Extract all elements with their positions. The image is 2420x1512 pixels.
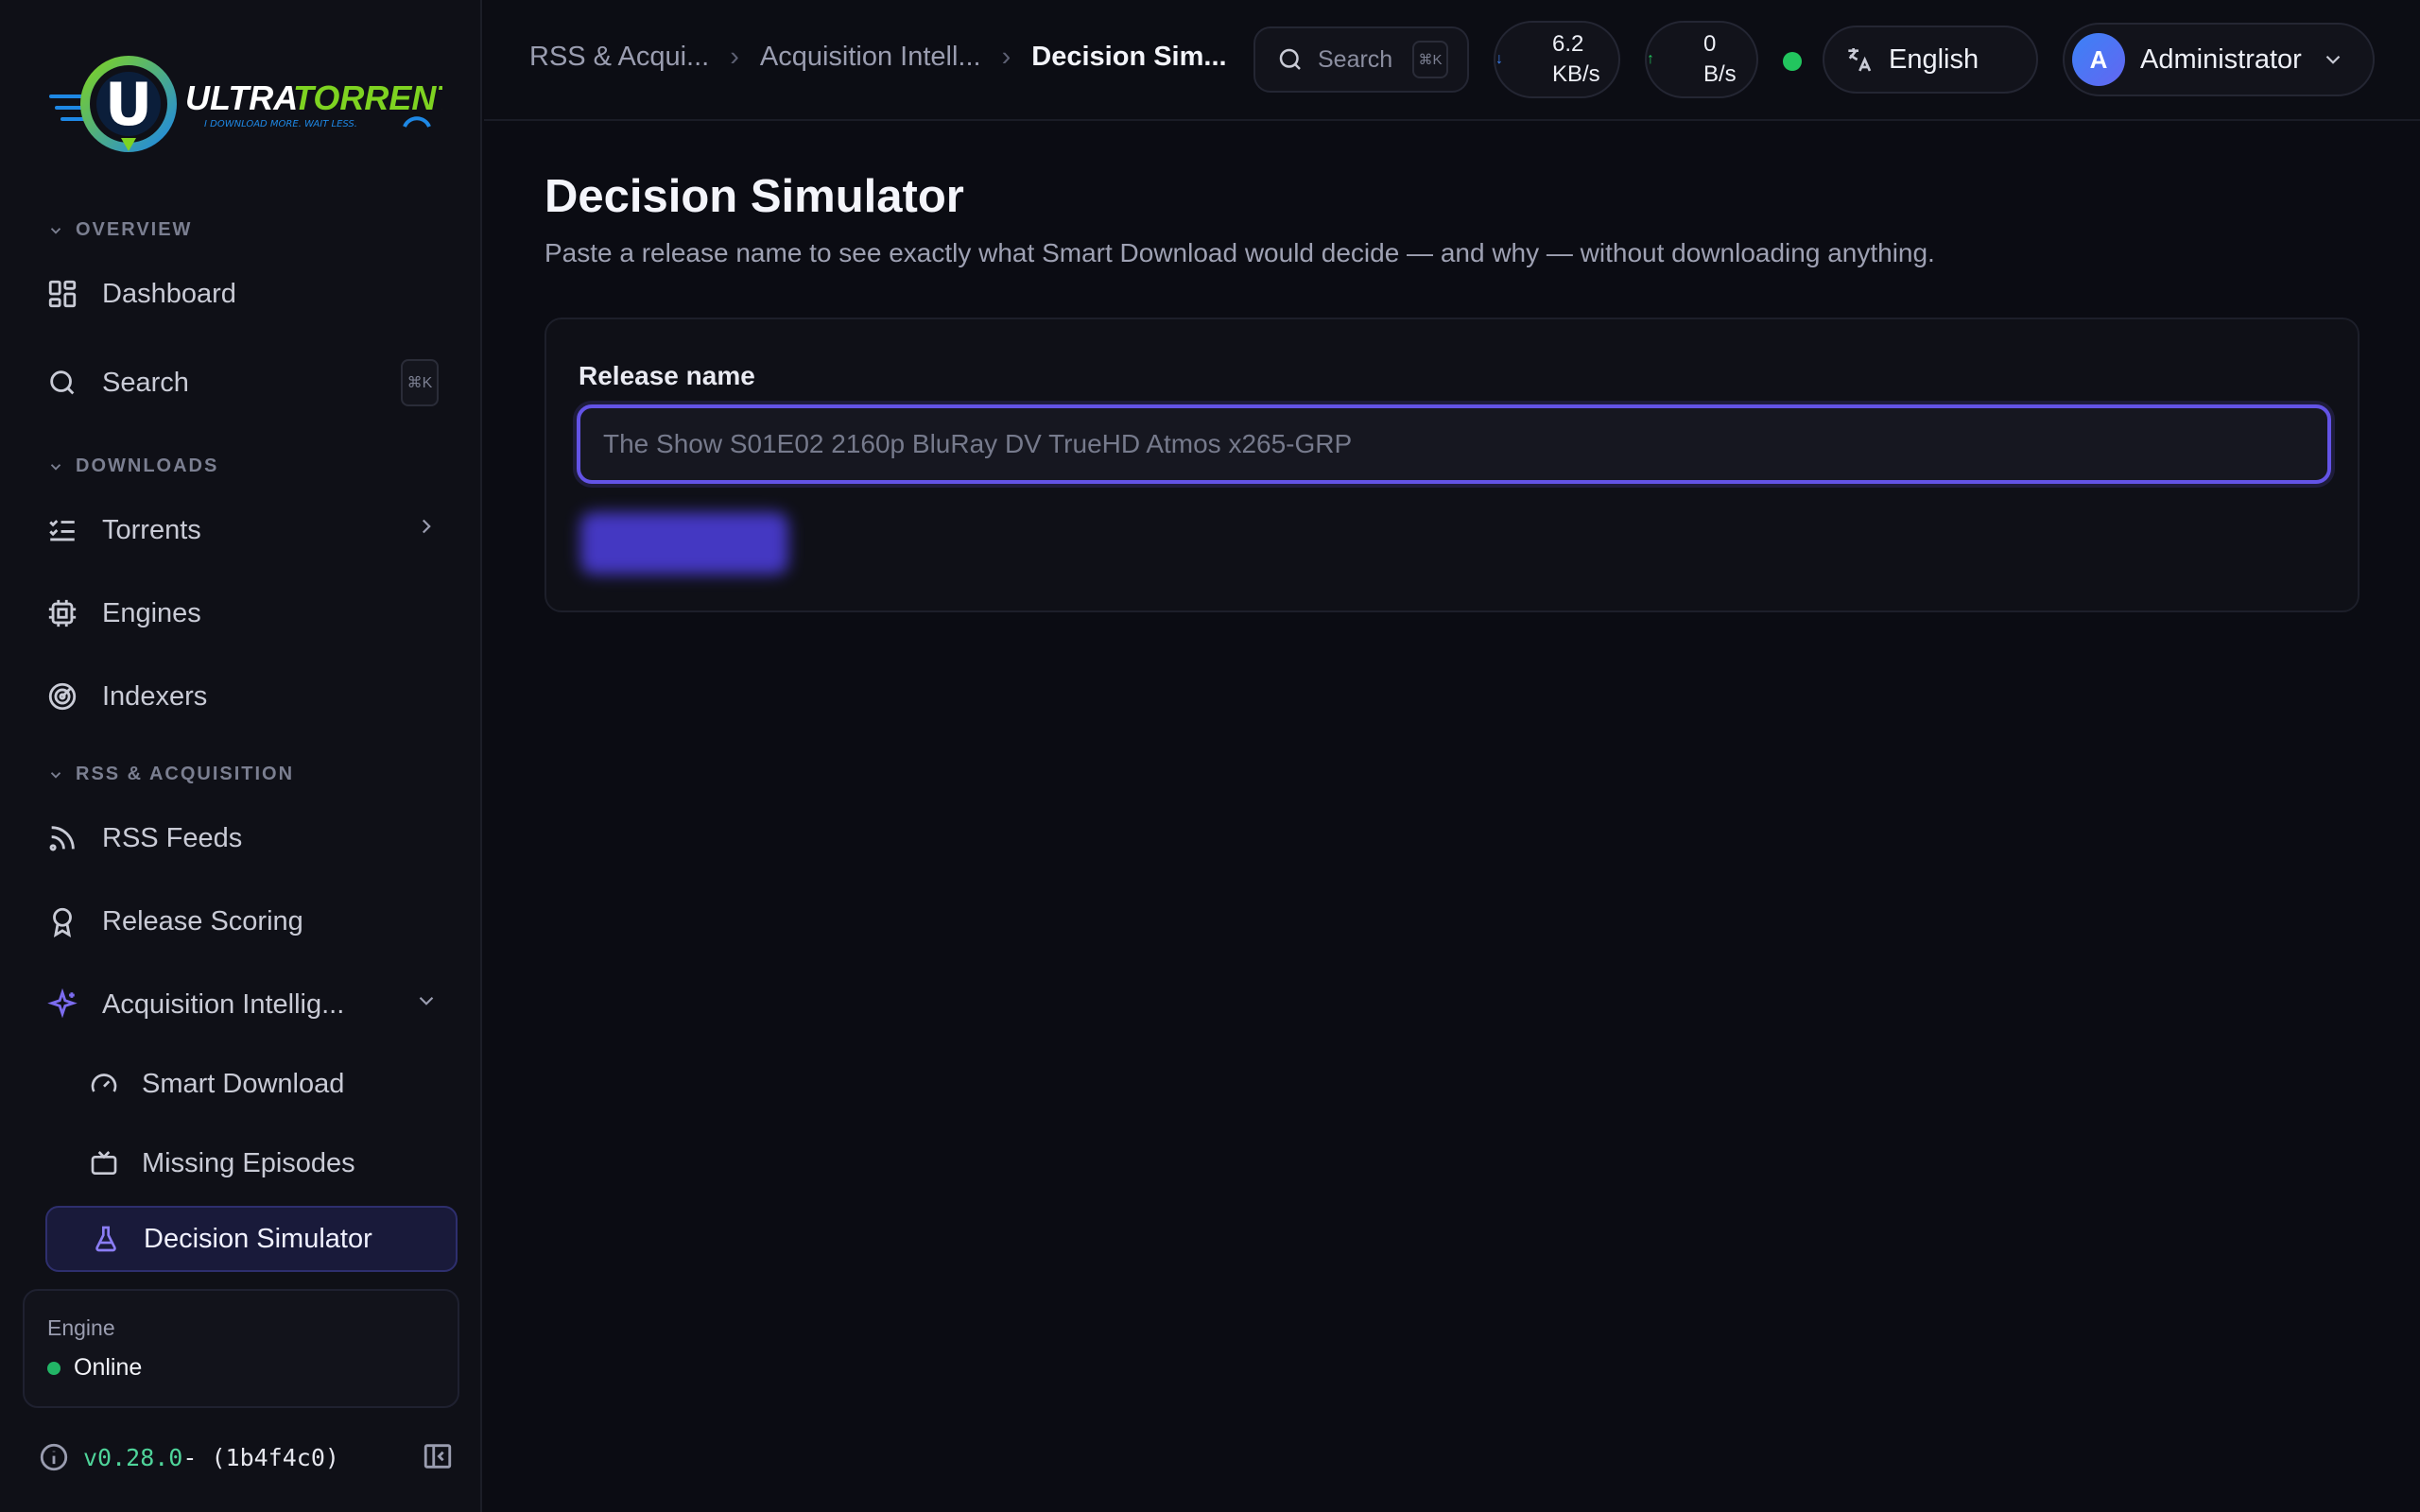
section-downloads[interactable]: DOWNLOADS bbox=[47, 455, 218, 477]
sidebar-item-label: Missing Episodes bbox=[142, 1147, 355, 1178]
sidebar-item-label: Acquisition Intellig... bbox=[102, 988, 345, 1020]
chevron-right-icon bbox=[414, 514, 439, 546]
breadcrumb-acquisition-intelligence[interactable]: Acquisition Intell... bbox=[760, 42, 981, 73]
global-search-button[interactable]: Search ⌘K bbox=[1253, 26, 1469, 93]
status-dot bbox=[47, 1361, 60, 1375]
award-icon bbox=[45, 904, 79, 938]
sidebar-item-missing-episodes[interactable]: Missing Episodes bbox=[45, 1130, 458, 1196]
engine-status-card: Engine Online bbox=[23, 1289, 459, 1408]
sidebar-item-indexers[interactable]: Indexers bbox=[45, 663, 458, 730]
chevron-down-icon bbox=[50, 771, 61, 779]
sidebar-item-smart-download[interactable]: Smart Download bbox=[45, 1051, 458, 1117]
svg-text:TORRENT: TORRENT bbox=[293, 78, 442, 117]
breadcrumb: RSS & Acqui... › Acquisition Intell... ›… bbox=[529, 42, 1227, 73]
user-menu[interactable]: A Administrator bbox=[2063, 23, 2375, 96]
chevron-right-icon: › bbox=[1001, 42, 1011, 72]
language-selector[interactable]: English bbox=[1823, 26, 2038, 94]
gauge-icon bbox=[91, 1074, 117, 1092]
sidebar-item-engines[interactable]: Engines bbox=[45, 580, 458, 646]
download-rate-badge: ↓ 6.2 KB/s bbox=[1494, 21, 1620, 98]
upload-rate-unit: B/s bbox=[1703, 61, 1737, 87]
search-icon bbox=[45, 366, 79, 400]
sidebar-item-label: RSS Feeds bbox=[102, 822, 243, 853]
sparkles-icon bbox=[45, 988, 79, 1022]
sidebar-item-rss-feeds[interactable]: RSS Feeds bbox=[45, 805, 458, 871]
svg-text:ULTRA: ULTRA bbox=[185, 78, 298, 117]
chevron-right-icon: › bbox=[730, 42, 739, 72]
sidebar-item-label: Dashboard bbox=[102, 278, 236, 309]
chevron-down-icon bbox=[50, 227, 61, 234]
section-label-text: OVERVIEW bbox=[76, 219, 193, 240]
translate-icon bbox=[1848, 48, 1872, 72]
version-info: v0.28.0 - (1b4f4c0) bbox=[38, 1438, 454, 1476]
avatar: A bbox=[2072, 33, 2125, 86]
language-label: English bbox=[1889, 43, 1979, 75]
info-icon[interactable] bbox=[38, 1441, 70, 1473]
shortcut-badge: ⌘K bbox=[1412, 41, 1448, 78]
svg-text:U: U bbox=[105, 70, 152, 139]
rss-icon bbox=[45, 821, 79, 855]
chevron-down-icon bbox=[414, 988, 439, 1021]
simulate-button[interactable] bbox=[580, 512, 788, 575]
sidebar-item-search[interactable]: Search ⌘K bbox=[45, 350, 458, 416]
chevron-down-icon bbox=[2325, 55, 2341, 64]
arrow-up-icon: ↑ bbox=[1647, 51, 1654, 67]
list-check-icon bbox=[45, 513, 79, 547]
ultratorrent-logo[interactable]: U ULTRA TORRENT I DOWNLOAD MORE. WAIT LE… bbox=[45, 49, 459, 159]
flask-icon bbox=[95, 1226, 116, 1252]
sidebar-item-label: Release Scoring bbox=[102, 905, 303, 936]
top-header: RSS & Acqui... › Acquisition Intell... ›… bbox=[484, 0, 2420, 121]
section-label-text: DOWNLOADS bbox=[76, 455, 219, 476]
download-rate-unit: KB/s bbox=[1552, 61, 1600, 87]
sidebar-item-label: Indexers bbox=[102, 680, 208, 712]
page-title: Decision Simulator bbox=[544, 171, 964, 222]
version-hash: - (1b4f4c0) bbox=[182, 1443, 339, 1471]
page-subtitle: Paste a release name to see exactly what… bbox=[544, 238, 1935, 267]
release-name-label: Release name bbox=[579, 361, 755, 390]
shortcut-badge: ⌘K bbox=[401, 359, 439, 406]
sidebar-item-decision-simulator[interactable]: Decision Simulator bbox=[45, 1206, 458, 1272]
engine-label: Engine bbox=[47, 1315, 115, 1340]
search-label: Search bbox=[1318, 45, 1393, 73]
radar-icon bbox=[45, 679, 79, 713]
arrow-down-icon: ↓ bbox=[1495, 51, 1503, 67]
sidebar-item-label: Torrents bbox=[102, 514, 201, 545]
sidebar-item-label: Smart Download bbox=[142, 1068, 345, 1099]
sidebar-item-torrents[interactable]: Torrents bbox=[45, 497, 458, 563]
sidebar-collapse-icon bbox=[424, 1444, 452, 1469]
download-rate-value: 6.2 bbox=[1552, 31, 1584, 57]
sidebar-item-label: Search bbox=[102, 367, 189, 398]
engine-status-text: Online bbox=[74, 1354, 143, 1381]
tv-icon bbox=[91, 1151, 117, 1175]
svg-text:I DOWNLOAD MORE. WAIT LESS.: I DOWNLOAD MORE. WAIT LESS. bbox=[204, 119, 357, 129]
search-icon bbox=[1279, 48, 1301, 70]
section-rss-acquisition[interactable]: RSS & ACQUISITION bbox=[47, 764, 294, 785]
breadcrumb-rss-acquisition[interactable]: RSS & Acqui... bbox=[529, 42, 709, 73]
breadcrumb-current: Decision Sim... bbox=[1031, 42, 1227, 72]
connection-status-dot bbox=[1783, 52, 1802, 71]
upload-rate-badge: ↑ 0 B/s bbox=[1645, 21, 1758, 98]
cpu-icon bbox=[45, 596, 79, 630]
chevron-down-icon bbox=[50, 463, 61, 471]
sidebar-item-release-scoring[interactable]: Release Scoring bbox=[45, 888, 458, 954]
section-label-text: RSS & ACQUISITION bbox=[76, 764, 295, 784]
sidebar-item-dashboard[interactable]: Dashboard bbox=[45, 261, 458, 327]
user-name: Administrator bbox=[2140, 43, 2302, 75]
engine-status: Online bbox=[47, 1354, 435, 1382]
simulator-form-card: Release name bbox=[544, 318, 2360, 612]
sidebar-item-acquisition-intelligence[interactable]: Acquisition Intellig... bbox=[45, 971, 458, 1038]
collapse-sidebar-button[interactable] bbox=[422, 1440, 454, 1478]
dashboard-icon bbox=[45, 277, 79, 311]
sidebar: U ULTRA TORRENT I DOWNLOAD MORE. WAIT LE… bbox=[0, 0, 482, 1512]
release-name-input[interactable] bbox=[577, 404, 2331, 484]
upload-rate-value: 0 bbox=[1703, 31, 1717, 57]
sidebar-item-label: Engines bbox=[102, 597, 201, 628]
sidebar-item-label: Decision Simulator bbox=[144, 1223, 372, 1254]
version-number: v0.28.0 bbox=[83, 1443, 183, 1471]
section-overview[interactable]: OVERVIEW bbox=[47, 219, 192, 241]
